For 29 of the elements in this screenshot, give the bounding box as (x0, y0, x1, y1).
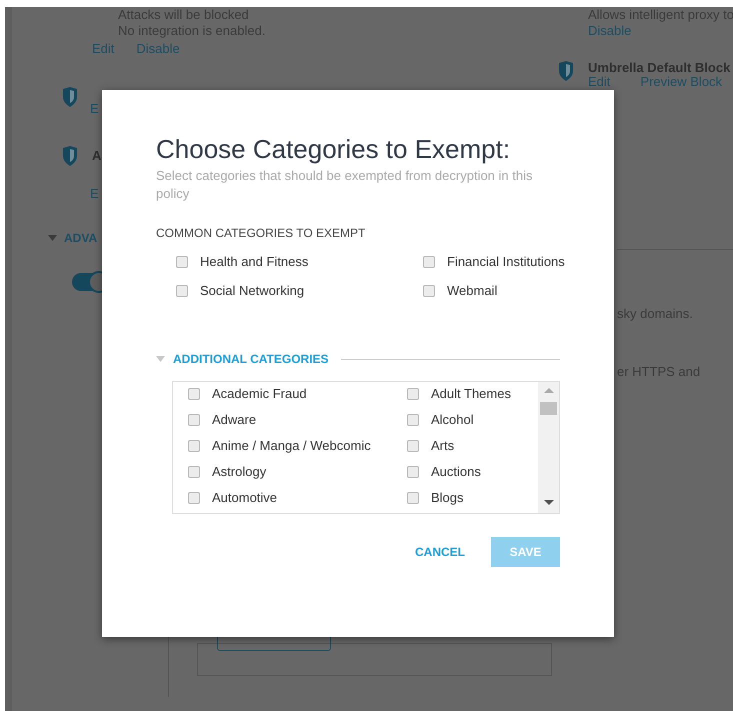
checkbox-label: Academic Fraud (212, 386, 307, 402)
checkbox-label: Adware (212, 412, 256, 428)
section-toggle[interactable]: ADDITIONAL CATEGORIES (173, 350, 329, 368)
checkbox-label: Astrology (212, 464, 266, 480)
cancel-button[interactable]: CANCEL (415, 535, 465, 570)
link[interactable]: Disable (136, 39, 180, 58)
item-title: A (92, 147, 102, 165)
checkbox-label: Anime / Manga / Webcomic (212, 438, 371, 454)
link[interactable]: Disable (588, 23, 632, 39)
link[interactable]: Edit (588, 75, 610, 89)
dialog-subtitle: Select categories that should be exempted from decryption in this policy (156, 166, 534, 204)
checkbox-label: Arts (431, 438, 454, 454)
link[interactable]: E (90, 98, 99, 118)
section-heading: ADVA (64, 230, 98, 247)
checkbox-label: Adult Themes (431, 386, 511, 402)
checkbox-label: Health and Fitness (200, 253, 308, 272)
checkbox-label: Blogs (431, 490, 464, 506)
checkbox-label: Social Networking (200, 282, 304, 300)
link[interactable]: Edit (92, 39, 114, 58)
checkbox-label: Financial Institutions (447, 253, 565, 272)
dialog-title: Choose Categories to Exempt: (156, 135, 512, 164)
link[interactable]: E (90, 184, 99, 203)
item-title: Umbrella Default Block (588, 61, 730, 75)
checkbox-label: Alcohol (431, 412, 474, 428)
checkbox-label: Automotive (212, 490, 278, 506)
checkbox-label: Auctions (431, 464, 481, 480)
section-label: COMMON CATEGORIES TO EXEMPT (156, 225, 366, 242)
checkbox-label: Webmail (447, 282, 498, 300)
link[interactable]: Preview Block (640, 75, 722, 89)
